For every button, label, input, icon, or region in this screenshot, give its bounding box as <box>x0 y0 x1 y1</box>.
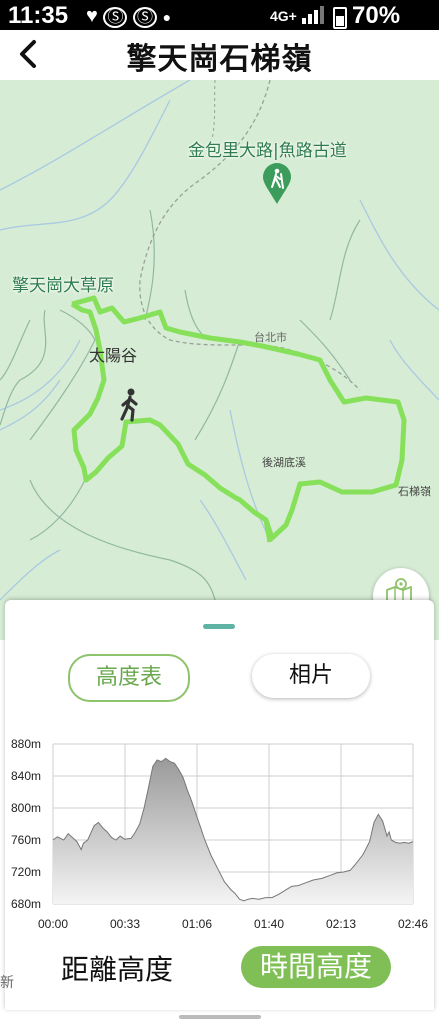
x-tick-label: 00:00 <box>38 917 68 931</box>
page-title: 擎天崗石梯嶺 <box>126 42 313 77</box>
signal-icon <box>302 6 324 24</box>
terrain-lines <box>0 209 361 601</box>
mode-time-button[interactable]: 時間高度 <box>241 946 391 988</box>
y-tick-label: 800m <box>11 801 41 815</box>
map-label-trail-poi: 金包里大路|魚路古道 <box>188 141 347 161</box>
y-tick-label: 840m <box>11 769 41 783</box>
heart-icon: ♥ <box>86 5 98 27</box>
map-label-grassland: 擎天崗大草原 <box>12 276 114 296</box>
map-label-valley: 太陽谷 <box>89 346 138 365</box>
bottom-sheet: 高度表 相片 880m 840m 800m 760m 720m 680m 00:00 00:… <box>5 600 434 1010</box>
tab-elevation[interactable]: 高度表 <box>68 654 190 702</box>
y-tick-label: 680m <box>11 897 41 911</box>
edge-glyph: 新 <box>0 975 14 991</box>
system-nav-bar <box>0 1014 439 1024</box>
dot-icon: ● <box>162 9 172 25</box>
mode-distance-button[interactable]: 距離高度 <box>61 948 173 988</box>
x-tick-label: 02:13 <box>326 917 356 931</box>
x-tick-label: 00:33 <box>110 917 140 931</box>
elevation-chart: 880m 840m 800m 760m 720m 680m 00:00 00:33 01:06… <box>11 737 428 931</box>
y-tick-label: 880m <box>11 737 41 751</box>
sheet-drag-handle[interactable] <box>203 624 235 629</box>
y-tick-label: 760m <box>11 833 41 847</box>
x-axis-labels: 00:00 00:33 01:06 01:40 02:13 02:46 <box>38 917 428 931</box>
tab-photos[interactable]: 相片 <box>252 654 370 698</box>
battery-icon <box>333 7 347 29</box>
hiker-position-icon <box>120 388 138 422</box>
app-notification-icon: Ⓢ <box>133 7 158 28</box>
map-label-creek: 後湖底溪 <box>262 456 306 469</box>
app-notification-icon: Ⓢ <box>103 7 128 28</box>
x-tick-label: 01:40 <box>254 917 284 931</box>
hiker-poi-marker-icon[interactable] <box>262 163 292 205</box>
x-tick-label: 02:46 <box>398 917 428 931</box>
y-tick-label: 720m <box>11 865 41 879</box>
y-axis-labels: 880m 840m 800m 760m 720m 680m <box>11 737 41 911</box>
status-bar: 11:35 ♥ Ⓢ Ⓢ ● 4G+ 70% <box>0 0 439 30</box>
battery-percent: 70% <box>352 2 401 29</box>
home-gesture-pill[interactable] <box>179 1015 261 1019</box>
network-type: 4G+ <box>270 8 297 24</box>
trail-map[interactable]: 金包里大路|魚路古道 擎天崗大草原 太陽谷 台北市 後湖底溪 石梯嶺 <box>0 80 439 640</box>
map-label-ridge: 石梯嶺 <box>398 485 431 498</box>
map-canvas <box>0 80 439 601</box>
map-label-taipei-city: 台北市 <box>254 331 287 344</box>
x-tick-label: 01:06 <box>182 917 212 931</box>
status-time: 11:35 <box>8 2 69 29</box>
notification-icons: ♥ Ⓢ Ⓢ ● <box>86 3 171 28</box>
app-header: 擎天崗石梯嶺 <box>0 30 439 80</box>
